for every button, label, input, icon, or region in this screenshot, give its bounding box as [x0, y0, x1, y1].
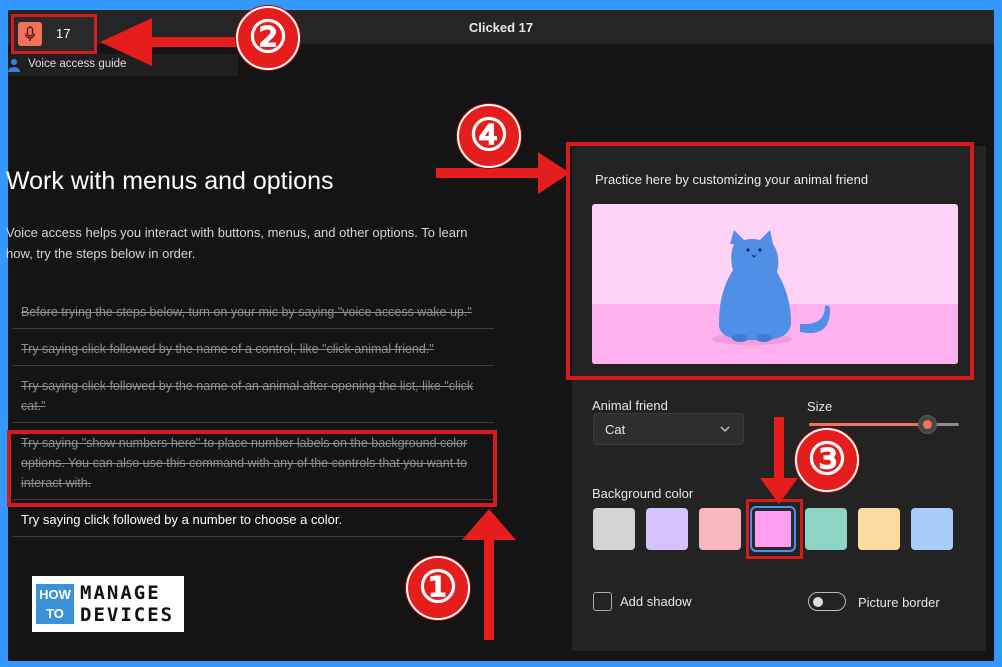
annotation-arrows — [100, 18, 798, 640]
arrow-1-shaft — [484, 536, 494, 640]
arrow-2-shaft — [150, 37, 240, 47]
arrow-3-head — [760, 478, 798, 504]
arrow-3-shaft — [774, 417, 784, 482]
annotation-2: ② — [236, 6, 300, 70]
arrow-1-head — [462, 509, 516, 540]
annotation-1: ① — [406, 556, 470, 620]
annotation-4: ④ — [457, 104, 521, 168]
annotation-3: ③ — [795, 428, 859, 492]
arrow-4-shaft — [436, 168, 542, 178]
arrow-4-head — [538, 152, 570, 194]
arrow-2-head — [100, 18, 152, 66]
